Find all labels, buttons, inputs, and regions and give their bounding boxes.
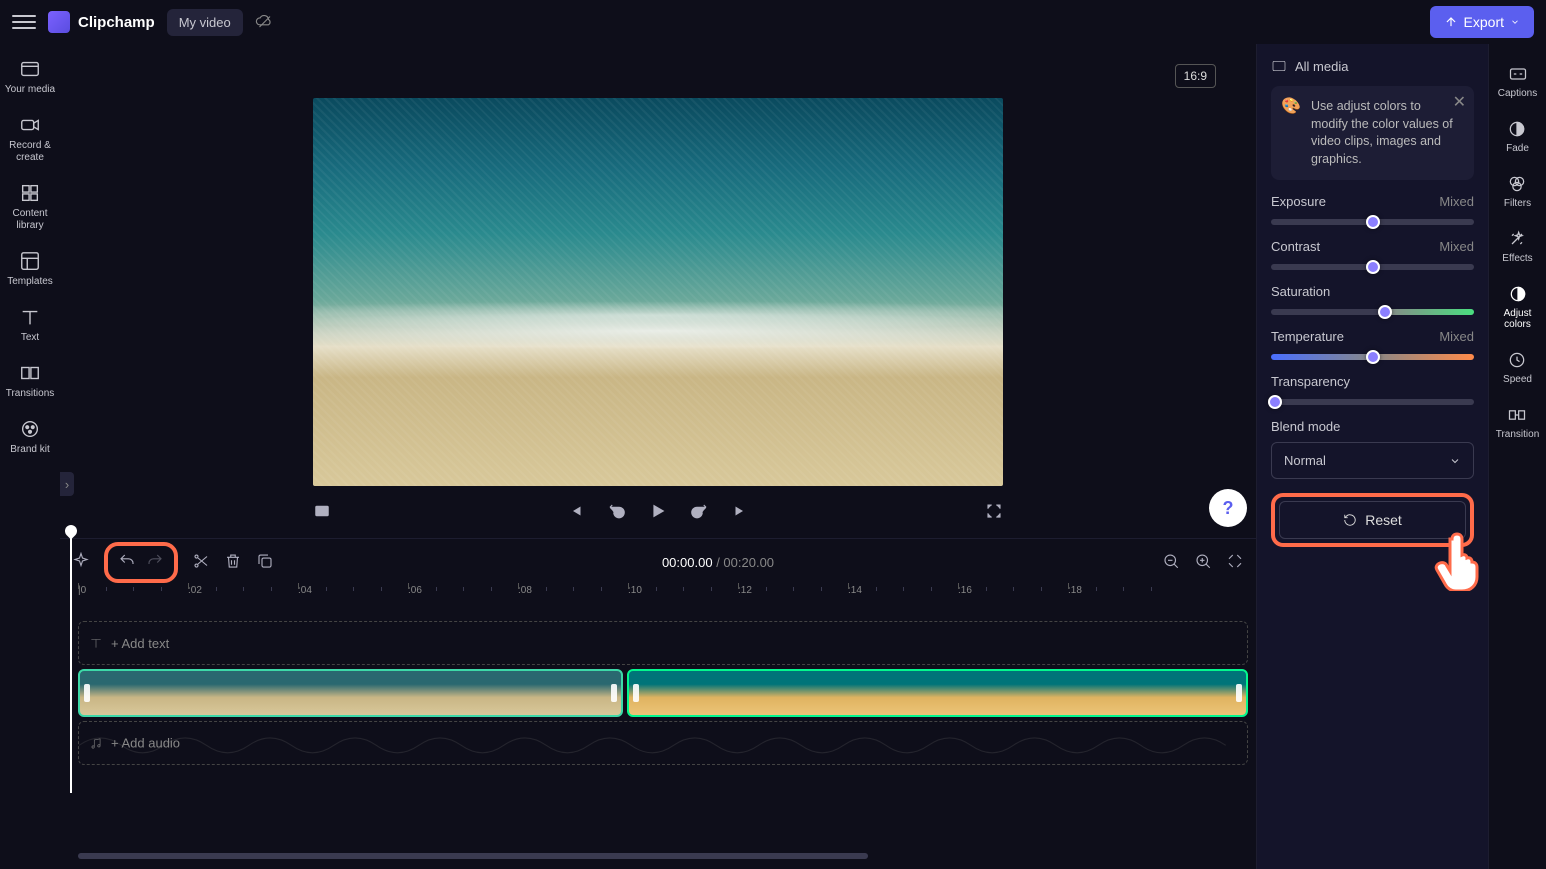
sidebar-item-text[interactable]: Text bbox=[19, 306, 41, 344]
panel-title-text: All media bbox=[1295, 59, 1348, 74]
sidebar-item-your-media[interactable]: Your media bbox=[5, 58, 55, 96]
reset-label: Reset bbox=[1365, 512, 1402, 528]
tool-captions[interactable]: Captions bbox=[1498, 64, 1537, 99]
exposure-value: Mixed bbox=[1439, 194, 1474, 209]
sidebar-item-record-create[interactable]: Record & create bbox=[0, 114, 60, 164]
tool-label: Fade bbox=[1506, 143, 1529, 154]
pointer-hand-icon bbox=[1432, 531, 1486, 591]
timeline-ruler[interactable]: |0:02:04:06:08:10:12:14:16:18 bbox=[78, 585, 1248, 609]
project-name-input[interactable]: My video bbox=[167, 9, 243, 36]
zoom-in-button[interactable] bbox=[1194, 552, 1212, 573]
exposure-label: Exposure bbox=[1271, 194, 1326, 209]
tool-speed[interactable]: Speed bbox=[1503, 350, 1532, 385]
clip-trim-right[interactable] bbox=[1236, 684, 1242, 702]
redo-button[interactable] bbox=[146, 552, 164, 573]
export-button[interactable]: Export bbox=[1430, 6, 1534, 38]
contrast-slider[interactable] bbox=[1271, 264, 1474, 270]
sidebar-label: Transitions bbox=[6, 388, 55, 400]
app-logo-icon bbox=[48, 11, 70, 33]
sidebar-label: Content library bbox=[0, 208, 60, 232]
exposure-slider[interactable] bbox=[1271, 219, 1474, 225]
help-button[interactable]: ? bbox=[1209, 489, 1247, 527]
clip-trim-left[interactable] bbox=[633, 684, 639, 702]
tool-adjust-colors[interactable]: Adjust colors bbox=[1489, 284, 1546, 330]
saturation-label: Saturation bbox=[1271, 284, 1330, 299]
tool-label: Captions bbox=[1498, 88, 1537, 99]
blend-mode-label: Blend mode bbox=[1271, 419, 1340, 434]
tip-text: Use adjust colors to modify the color va… bbox=[1311, 99, 1453, 166]
clip-trim-right[interactable] bbox=[611, 684, 617, 702]
sidebar-label: Templates bbox=[7, 276, 53, 288]
video-clip-2[interactable] bbox=[627, 669, 1248, 717]
add-text-label: + Add text bbox=[111, 636, 169, 651]
zoom-out-button[interactable] bbox=[1162, 552, 1180, 573]
sidebar-item-brand-kit[interactable]: Brand kit bbox=[10, 418, 49, 456]
total-time: 00:20.00 bbox=[723, 555, 774, 570]
play-button[interactable] bbox=[647, 500, 669, 525]
tool-label: Effects bbox=[1502, 253, 1532, 264]
timeline-scroll-thumb[interactable] bbox=[78, 853, 868, 859]
current-time: 00:00.00 bbox=[662, 555, 713, 570]
palette-emoji-icon: 🎨 bbox=[1281, 96, 1301, 118]
export-label: Export bbox=[1464, 14, 1504, 30]
duplicate-button[interactable] bbox=[256, 552, 274, 573]
hamburger-menu[interactable] bbox=[12, 10, 36, 34]
reset-highlight: Reset bbox=[1271, 493, 1474, 547]
timeline-scrollbar[interactable] bbox=[78, 853, 868, 859]
delete-button[interactable] bbox=[224, 552, 242, 573]
forward-button[interactable] bbox=[691, 502, 709, 523]
sparkle-icon[interactable] bbox=[72, 552, 90, 573]
blend-mode-value: Normal bbox=[1284, 453, 1326, 468]
fullscreen-button[interactable] bbox=[985, 502, 1003, 523]
sidebar-label: Brand kit bbox=[10, 444, 49, 456]
tool-transition[interactable]: Transition bbox=[1496, 405, 1540, 440]
temperature-value: Mixed bbox=[1439, 329, 1474, 344]
aspect-ratio-button[interactable]: 16:9 bbox=[1175, 64, 1216, 88]
brand-name: Clipchamp bbox=[78, 14, 155, 31]
zoom-fit-button[interactable] bbox=[1226, 552, 1244, 573]
sidebar-item-templates[interactable]: Templates bbox=[7, 250, 53, 288]
tool-label: Adjust colors bbox=[1489, 308, 1546, 330]
tool-label: Speed bbox=[1503, 374, 1532, 385]
transparency-slider[interactable] bbox=[1271, 399, 1474, 405]
tool-label: Filters bbox=[1504, 198, 1531, 209]
tool-filters[interactable]: Filters bbox=[1504, 174, 1531, 209]
skip-end-button[interactable] bbox=[731, 502, 749, 523]
info-tip: 🎨 Use adjust colors to modify the color … bbox=[1271, 86, 1474, 180]
undo-redo-highlight bbox=[104, 542, 178, 583]
sidebar-item-content-library[interactable]: Content library bbox=[0, 182, 60, 232]
saturation-slider[interactable] bbox=[1271, 309, 1474, 315]
playhead[interactable] bbox=[70, 533, 72, 793]
property-panel-expand[interactable]: ‹ bbox=[1256, 474, 1257, 498]
sidebar-label: Your media bbox=[5, 84, 55, 96]
tool-fade[interactable]: Fade bbox=[1506, 119, 1529, 154]
tool-label: Transition bbox=[1496, 429, 1540, 440]
tool-effects[interactable]: Effects bbox=[1502, 229, 1532, 264]
sync-status-icon bbox=[255, 12, 273, 33]
blend-mode-dropdown[interactable]: Normal bbox=[1271, 442, 1474, 479]
panel-title: All media bbox=[1271, 58, 1474, 74]
add-text-track[interactable]: + Add text bbox=[78, 621, 1248, 665]
add-audio-label: + Add audio bbox=[111, 736, 180, 751]
add-audio-track[interactable]: + Add audio bbox=[78, 721, 1248, 765]
split-button[interactable] bbox=[192, 552, 210, 573]
sidebar-label: Text bbox=[21, 332, 39, 344]
contrast-value: Mixed bbox=[1439, 239, 1474, 254]
temperature-label: Temperature bbox=[1271, 329, 1344, 344]
video-clip-1[interactable] bbox=[78, 669, 623, 717]
sidebar-label: Record & create bbox=[0, 140, 60, 164]
time-display: 00:00.00 / 00:20.00 bbox=[288, 555, 1148, 570]
contrast-label: Contrast bbox=[1271, 239, 1320, 254]
temperature-slider[interactable] bbox=[1271, 354, 1474, 360]
sidebar-item-transitions[interactable]: Transitions bbox=[6, 362, 55, 400]
video-preview[interactable] bbox=[313, 98, 1003, 486]
clip-trim-left[interactable] bbox=[84, 684, 90, 702]
transparency-label: Transparency bbox=[1271, 374, 1350, 389]
rewind-button[interactable] bbox=[607, 502, 625, 523]
skip-start-button[interactable] bbox=[567, 502, 585, 523]
undo-button[interactable] bbox=[118, 552, 136, 573]
captions-off-icon[interactable] bbox=[313, 502, 331, 523]
close-tip-button[interactable]: ✕ bbox=[1453, 92, 1466, 114]
